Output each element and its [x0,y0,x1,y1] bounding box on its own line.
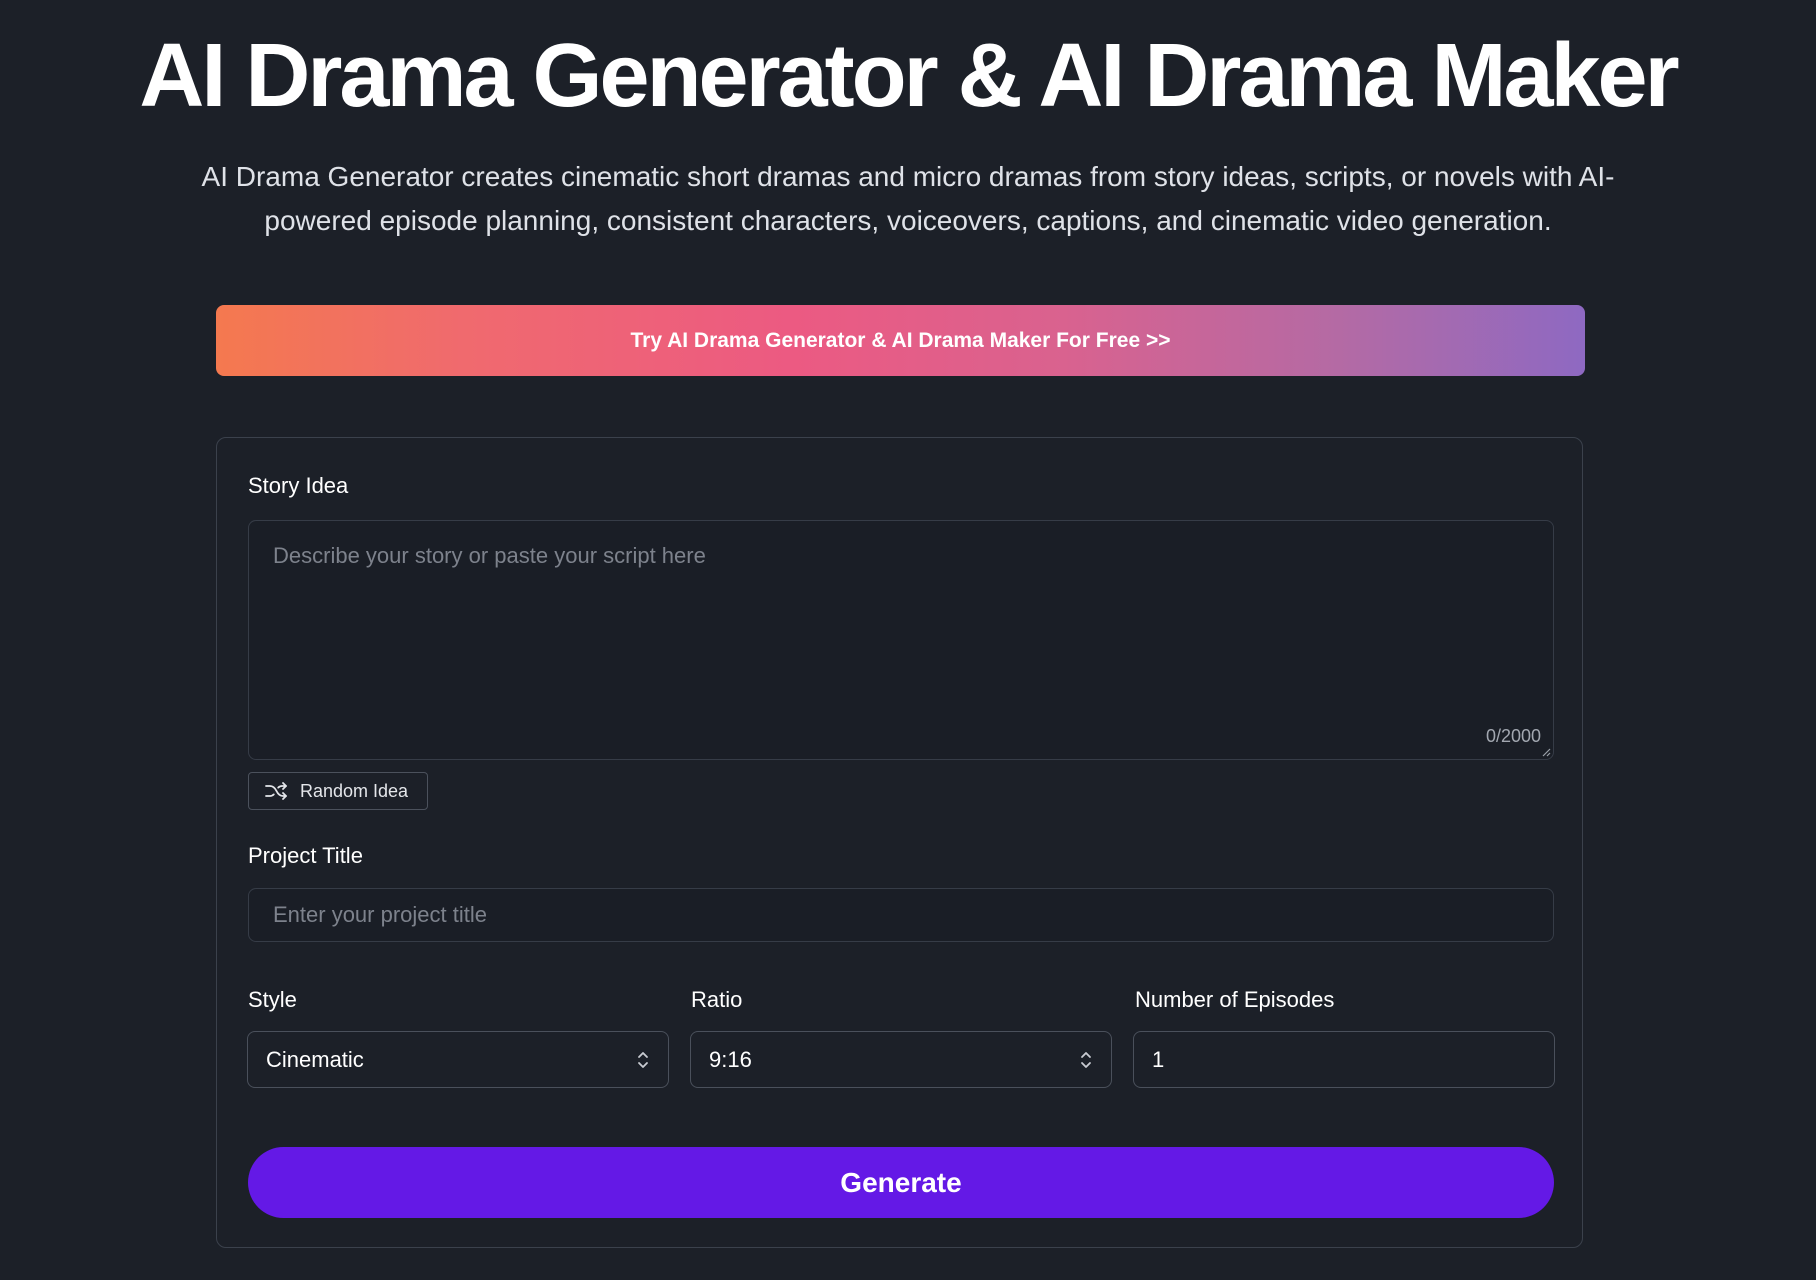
episodes-label: Number of Episodes [1135,987,1335,1012]
style-label: Style [248,987,297,1012]
project-title-input[interactable]: Enter your project title [248,888,1554,942]
random-idea-label: Random Idea [300,780,409,801]
style-select[interactable]: Cinematic [247,1031,669,1088]
ratio-select-value: 9:16 [709,1046,752,1072]
chevron-up-down-icon [1081,1051,1091,1068]
ratio-label: Ratio [691,987,743,1012]
shuffle-icon [265,782,287,800]
try-free-banner-label: Try AI Drama Generator & AI Drama Maker … [630,328,1171,352]
project-title-label: Project Title [248,843,363,868]
style-select-value: Cinematic [266,1046,364,1072]
story-idea-textarea[interactable]: Describe your story or paste your script… [248,520,1554,760]
generate-button[interactable]: Generate [248,1147,1554,1218]
try-free-banner-button[interactable]: Try AI Drama Generator & AI Drama Maker … [216,305,1585,376]
story-idea-char-counter: 0/2000 [1485,726,1541,746]
drama-generator-form: Story Idea Describe your story or paste … [216,437,1583,1248]
episodes-input[interactable]: 1 [1133,1031,1555,1088]
page-title: AI Drama Generator & AI Drama Maker [139,26,1679,126]
generate-button-label: Generate [840,1166,962,1198]
resize-handle-icon[interactable] [1541,747,1551,757]
random-idea-button[interactable]: Random Idea [248,772,428,810]
story-idea-placeholder: Describe your story or paste your script… [273,543,706,568]
page-subtitle: AI Drama Generator creates cinematic sho… [201,161,1615,236]
episodes-input-value: 1 [1152,1046,1165,1072]
project-title-placeholder: Enter your project title [273,902,487,927]
story-idea-label: Story Idea [248,473,349,498]
chevron-up-down-icon [638,1051,648,1068]
ratio-select[interactable]: 9:16 [690,1031,1112,1088]
